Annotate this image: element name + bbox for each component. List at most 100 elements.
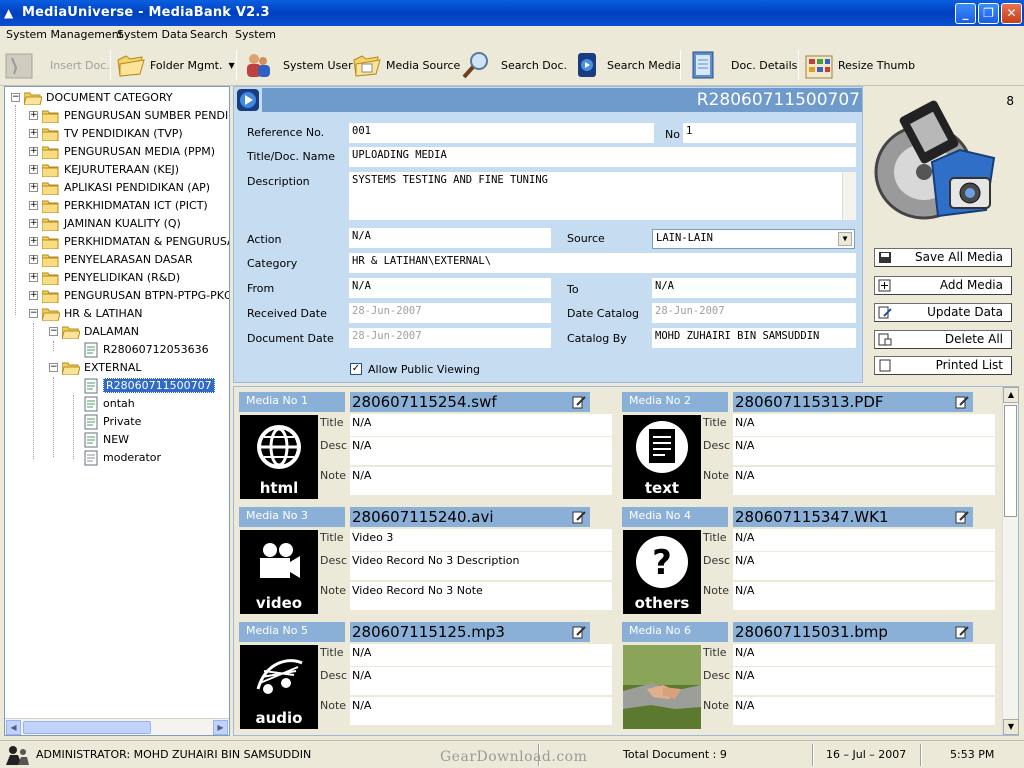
expand-icon[interactable]: + <box>29 219 38 228</box>
search-media-button[interactable]: Search Media <box>573 48 681 82</box>
expand-icon[interactable]: + <box>29 183 38 192</box>
update-data-button[interactable]: Update Data <box>874 303 1012 322</box>
expand-icon[interactable]: + <box>29 255 38 264</box>
edit-media-icon[interactable] <box>572 625 586 639</box>
edit-media-icon[interactable] <box>572 395 586 409</box>
media-file-name[interactable]: 280607115313.PDF <box>733 392 973 412</box>
document-date-field[interactable]: 28-Jun-2007 <box>349 328 551 348</box>
expand-icon[interactable]: + <box>29 291 38 300</box>
scroll-thumb[interactable] <box>23 721 151 734</box>
media-title-field[interactable]: N/A <box>350 414 612 436</box>
media-source-button[interactable]: Media Source <box>352 48 460 82</box>
media-thumbnail[interactable] <box>623 645 701 729</box>
media-note-field[interactable]: N/A <box>733 697 995 725</box>
edit-media-icon[interactable] <box>955 395 969 409</box>
tree-item-category[interactable]: + PERKHIDMATAN & PENGURUSA <box>29 233 229 250</box>
media-desc-field[interactable]: N/A <box>733 437 995 465</box>
tree-doc-external[interactable]: Private <box>83 413 141 430</box>
media-thumbnail[interactable]: audio <box>240 645 318 729</box>
tree-item-category[interactable]: + PENGURUSAN BTPN-PTPG-PKG <box>29 287 229 304</box>
tree-horizontal-scrollbar[interactable]: ◀ ▶ <box>5 718 229 735</box>
tree-item-category[interactable]: + PENYELARASAN DASAR <box>29 251 193 268</box>
tree-item-category[interactable]: + TV PENDIDIKAN (TVP) <box>29 125 183 142</box>
resize-thumb-button[interactable]: Resize Thumb <box>804 48 915 82</box>
media-note-field[interactable]: N/A <box>733 582 995 610</box>
to-field[interactable]: N/A <box>652 278 856 298</box>
tree-doc-external[interactable]: moderator <box>83 449 161 466</box>
collapse-icon[interactable]: − <box>29 309 38 318</box>
media-desc-field[interactable]: Video Record No 3 Description <box>350 552 612 580</box>
menu-system-data[interactable]: System Data <box>117 28 188 41</box>
expand-icon[interactable]: + <box>29 147 38 156</box>
printed-list-button[interactable]: Printed List <box>874 356 1012 375</box>
media-desc-field[interactable]: N/A <box>350 667 612 695</box>
menu-search[interactable]: Search <box>190 28 228 41</box>
media-desc-field[interactable]: N/A <box>733 667 995 695</box>
tree-item-category[interactable]: + PENGURUSAN MEDIA (PPM) <box>29 143 215 160</box>
media-desc-field[interactable]: N/A <box>350 437 612 465</box>
from-field[interactable]: N/A <box>349 278 551 298</box>
received-date-field[interactable]: 28-Jun-2007 <box>349 303 551 323</box>
media-scrollbar[interactable]: ▲ ▼ <box>1002 387 1019 735</box>
description-scrollbar[interactable] <box>842 172 856 220</box>
source-select[interactable]: LAIN-LAIN ▼ <box>652 229 855 249</box>
media-desc-field[interactable]: N/A <box>733 552 995 580</box>
collapse-icon[interactable]: − <box>49 363 58 372</box>
description-field[interactable]: SYSTEMS TESTING AND FINE TUNING <box>349 172 856 220</box>
dropdown-arrow-icon[interactable]: ▼ <box>838 232 852 246</box>
insert-doc-button[interactable]: Insert Doc. <box>4 48 110 82</box>
media-thumbnail[interactable]: ? others <box>623 530 701 614</box>
reference-field[interactable]: 001 <box>349 123 654 143</box>
tree-root[interactable]: − DOCUMENT CATEGORY <box>11 89 173 106</box>
tree-item-external[interactable]: − EXTERNAL <box>49 359 142 376</box>
expand-icon[interactable]: + <box>29 129 38 138</box>
maximize-button[interactable]: ❐ <box>978 3 999 24</box>
tree-item-category[interactable]: + PENGURUSAN SUMBER PENDIDI <box>29 107 229 124</box>
date-catalog-field[interactable]: 28-Jun-2007 <box>652 303 856 323</box>
no-field[interactable]: 1 <box>683 123 856 143</box>
media-title-field[interactable]: N/A <box>733 644 995 666</box>
media-note-field[interactable]: N/A <box>350 467 612 495</box>
scroll-left-icon[interactable]: ◀ <box>6 720 21 735</box>
scroll-up-icon[interactable]: ▲ <box>1003 387 1019 403</box>
tree-item-category[interactable]: + KEJURUTERAAN (KEJ) <box>29 161 179 178</box>
media-file-name[interactable]: 280607115031.bmp <box>733 622 973 642</box>
media-thumbnail[interactable]: text <box>623 415 701 499</box>
tree-item-category[interactable]: + PENYELIDIKAN (R&D) <box>29 269 180 286</box>
tree-doc-external[interactable]: NEW <box>83 431 129 448</box>
edit-media-icon[interactable] <box>572 510 586 524</box>
scroll-down-icon[interactable]: ▼ <box>1003 719 1019 735</box>
title-field[interactable]: UPLOADING MEDIA <box>349 147 856 167</box>
expand-icon[interactable]: + <box>29 273 38 282</box>
category-field[interactable]: HR & LATIHAN\EXTERNAL\ <box>349 253 856 273</box>
menu-system-management[interactable]: System Management <box>6 28 123 41</box>
tree-doc-dalaman[interactable]: R28060712053636 <box>83 341 209 358</box>
scroll-right-icon[interactable]: ▶ <box>213 720 228 735</box>
media-thumbnail[interactable]: video <box>240 530 318 614</box>
media-note-field[interactable]: Video Record No 3 Note <box>350 582 612 610</box>
catalog-by-field[interactable]: MOHD ZUHAIRI BIN SAMSUDDIN <box>652 328 856 348</box>
tree-item-category[interactable]: + PERKHIDMATAN ICT (PICT) <box>29 197 208 214</box>
expand-icon[interactable]: + <box>29 237 38 246</box>
tree-doc-external[interactable]: R28060711500707 <box>83 377 215 394</box>
media-note-field[interactable]: N/A <box>733 467 995 495</box>
delete-all-button[interactable]: Delete All <box>874 330 1012 349</box>
system-user-button[interactable]: System User <box>243 48 353 82</box>
minimize-button[interactable]: _ <box>955 3 976 24</box>
media-title-field[interactable]: N/A <box>350 644 612 666</box>
tree-item-dalaman[interactable]: − DALAMAN <box>49 323 139 340</box>
media-file-name[interactable]: 280607115347.WK1 <box>733 507 973 527</box>
media-title-field[interactable]: N/A <box>733 414 995 436</box>
doc-details-button[interactable]: Doc. Details <box>688 48 797 82</box>
media-title-field[interactable]: N/A <box>733 529 995 551</box>
expand-icon[interactable]: + <box>29 111 38 120</box>
tree-doc-external[interactable]: ontah <box>83 395 135 412</box>
save-all-media-button[interactable]: Save All Media <box>874 248 1012 267</box>
media-title-field[interactable]: Video 3 <box>350 529 612 551</box>
tree-item-category[interactable]: − HR & LATIHAN <box>29 305 143 322</box>
media-file-name[interactable]: 280607115240.avi <box>350 507 590 527</box>
action-field[interactable]: N/A <box>349 228 551 248</box>
collapse-icon[interactable]: − <box>49 327 58 336</box>
media-note-field[interactable]: N/A <box>350 697 612 725</box>
folder-mgmt-button[interactable]: Folder Mgmt. ▼ <box>116 48 235 82</box>
